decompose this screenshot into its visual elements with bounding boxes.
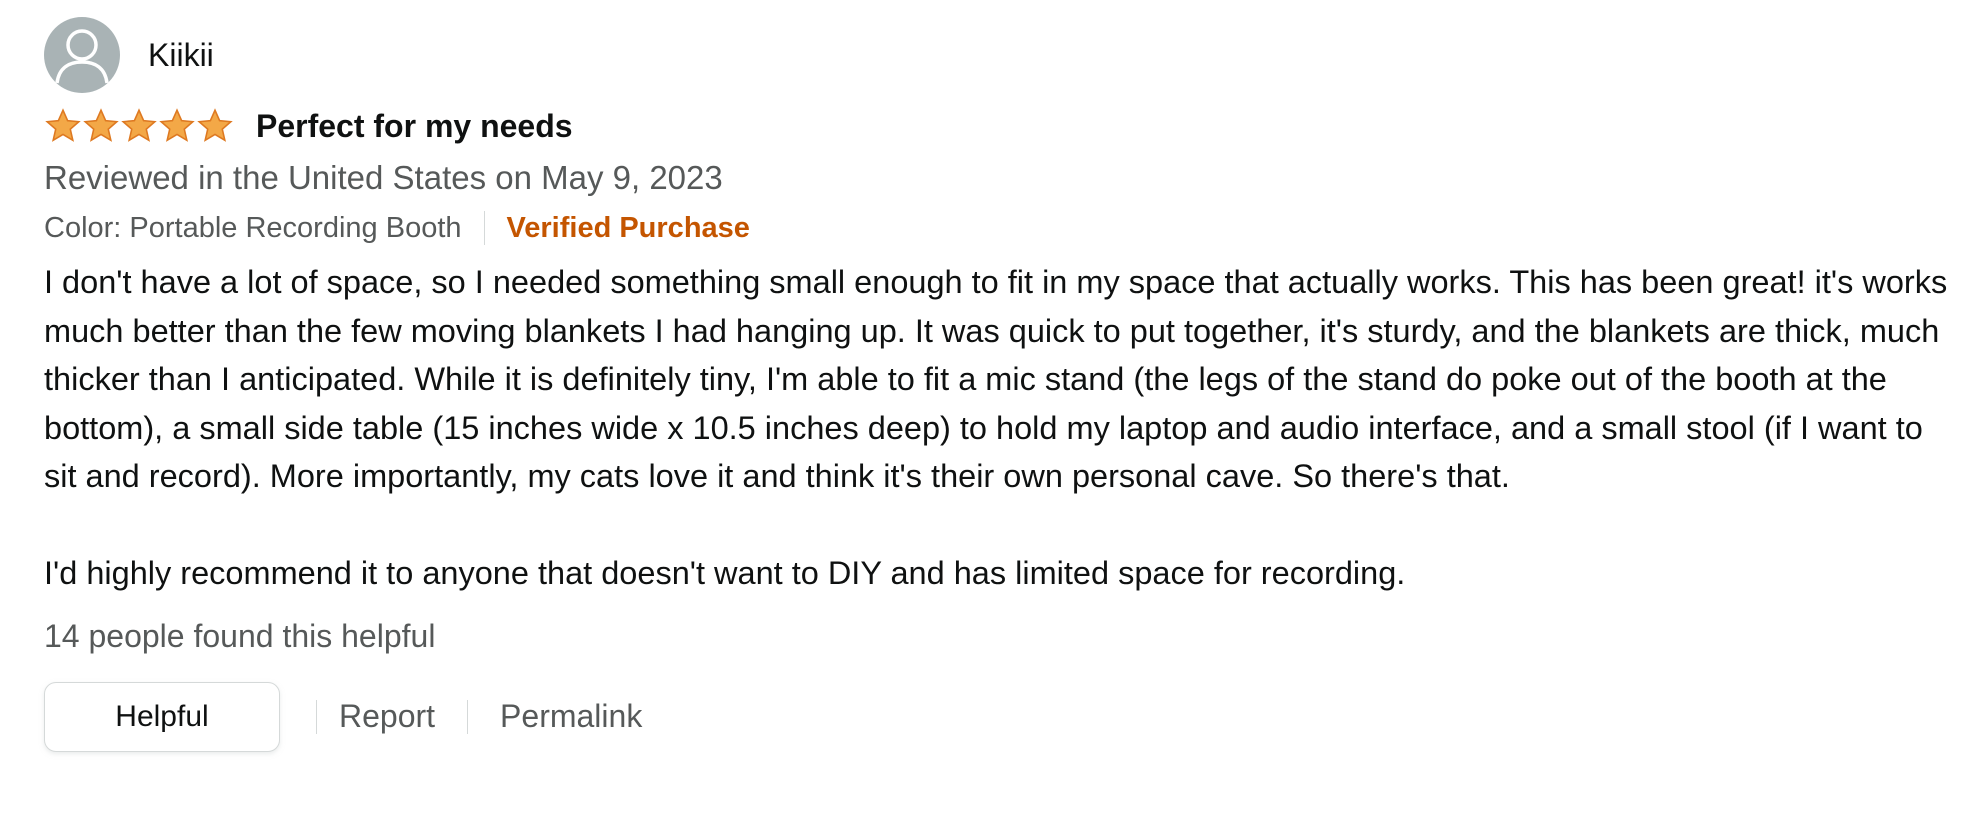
divider xyxy=(316,699,317,734)
reviewer-profile[interactable]: Kiikii xyxy=(44,16,1944,94)
customer-review: Kiikii Perfect for my needs Reviewed in … xyxy=(44,16,1947,752)
review-paragraph: I'd highly recommend it to anyone that d… xyxy=(44,555,1406,591)
star-filled-icon xyxy=(121,108,157,142)
avatar[interactable] xyxy=(44,17,120,93)
verified-purchase-badge: Verified Purchase xyxy=(506,211,750,244)
helpful-vote-count: 14 people found this helpful xyxy=(44,617,436,654)
report-link[interactable]: Report xyxy=(339,698,435,735)
divider xyxy=(467,699,469,734)
default-user-avatar-icon xyxy=(55,29,109,84)
review-date: Reviewed in the United States on May 9, … xyxy=(44,159,723,196)
permalink-link[interactable]: Permalink xyxy=(500,698,642,735)
product-variant[interactable]: Color: Portable Recording Booth xyxy=(44,212,462,245)
review-title[interactable]: Perfect for my needs xyxy=(256,108,573,145)
star-filled-icon xyxy=(197,108,233,142)
review-paragraph: I don't have a lot of space, so I needed… xyxy=(44,264,1948,494)
review-header: Perfect for my needs xyxy=(44,102,1944,150)
star-filled-icon xyxy=(83,108,119,142)
reviewer-name[interactable]: Kiikii xyxy=(148,37,214,74)
review-actions: Helpful Report Permalink xyxy=(44,681,1944,752)
star-rating[interactable] xyxy=(44,107,234,145)
star-filled-icon xyxy=(45,108,81,142)
divider xyxy=(483,211,485,245)
star-filled-icon xyxy=(159,108,195,142)
review-body: I don't have a lot of space, so I needed… xyxy=(44,258,1954,598)
review-format-strip: Color: Portable Recording Booth Verified… xyxy=(44,204,1944,252)
helpful-button[interactable]: Helpful xyxy=(44,681,280,752)
